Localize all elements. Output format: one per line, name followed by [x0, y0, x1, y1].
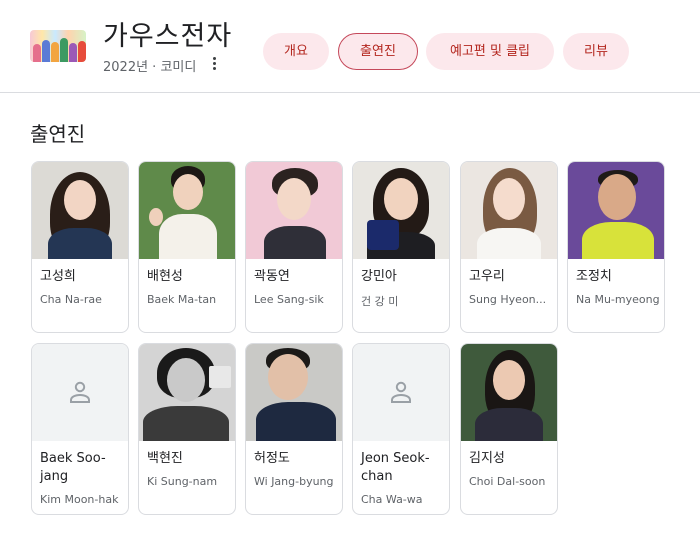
cast-name: 백현진 [147, 451, 183, 466]
cast-photo [139, 344, 235, 441]
cast-card[interactable]: 조정치 Na Mu-myeong [567, 161, 665, 333]
cast-photo [32, 162, 128, 259]
cast-name: 고성희 [40, 269, 76, 284]
cast-photo-placeholder [32, 344, 128, 441]
cast-name: 허정도 [254, 451, 290, 466]
cast-role: Cha Wa-wa [361, 493, 423, 506]
cast-role: Sung Hyeon... [469, 293, 547, 306]
cast-photo [139, 162, 235, 259]
cast-name: 조정치 [576, 269, 612, 284]
show-subtitle: 2022년 · 코미디 [103, 60, 197, 75]
cast-name: 강민아 [361, 269, 397, 284]
cast-role: Choi Dal-soon [469, 475, 546, 488]
cast-card[interactable]: 허정도 Wi Jang-byung [245, 343, 343, 515]
cast-card[interactable]: 곽동연 Lee Sang-sik [245, 161, 343, 333]
cast-name: 고우리 [469, 269, 505, 284]
cast-name: Jeon Seok-chan [361, 451, 430, 484]
cast-role: Cha Na-rae [40, 293, 102, 306]
cast-photo [461, 162, 557, 259]
cast-name: Baek Soo-jang [40, 451, 106, 484]
tab-reviews[interactable]: 리뷰 [563, 33, 629, 70]
cast-card[interactable]: 고우리 Sung Hyeon... [460, 161, 558, 333]
show-thumbnail[interactable] [30, 30, 86, 62]
person-placeholder-icon [391, 381, 411, 403]
cast-card[interactable]: 김지성 Choi Dal-soon [460, 343, 558, 515]
cast-role: Na Mu-myeong [576, 293, 660, 306]
cast-photo [246, 344, 342, 441]
tab-trailers-clips[interactable]: 예고편 및 클립 [426, 33, 554, 70]
cast-role: Lee Sang-sik [254, 293, 324, 306]
cast-role: 건 강 미 [361, 295, 399, 308]
cast-role: Ki Sung-nam [147, 475, 218, 488]
cast-card[interactable]: 고성희 Cha Na-rae [31, 161, 129, 333]
cast-card[interactable]: Jeon Seok-chan Cha Wa-wa [352, 343, 450, 515]
cast-photo [568, 162, 664, 259]
cast-role: Baek Ma-tan [147, 293, 217, 306]
cast-card[interactable]: 백현진 Ki Sung-nam [138, 343, 236, 515]
entity-header: 가우스전자 2022년 · 코미디 개요 출연진 예고편 및 클립 리뷰 [0, 0, 700, 93]
cast-photo [353, 162, 449, 259]
tab-overview[interactable]: 개요 [263, 33, 329, 70]
cast-name: 배현성 [147, 269, 183, 284]
cast-role: Wi Jang-byung [254, 475, 334, 488]
cast-name: 김지성 [469, 451, 505, 466]
cast-photo [461, 344, 557, 441]
cast-name: 곽동연 [254, 269, 290, 284]
tab-cast[interactable]: 출연진 [338, 33, 418, 70]
cast-card[interactable]: 강민아 건 강 미 [352, 161, 450, 333]
cast-photo [246, 162, 342, 259]
cast-role: Kim Moon-hak [40, 493, 119, 506]
section-title: 출연진 [30, 122, 86, 146]
cast-photo-placeholder [353, 344, 449, 441]
page-title: 가우스전자 [103, 21, 233, 52]
cast-card[interactable]: 배현성 Baek Ma-tan [138, 161, 236, 333]
cast-card[interactable]: Baek Soo-jang Kim Moon-hak [31, 343, 129, 515]
more-options-icon[interactable] [209, 57, 219, 73]
person-placeholder-icon [70, 381, 90, 403]
